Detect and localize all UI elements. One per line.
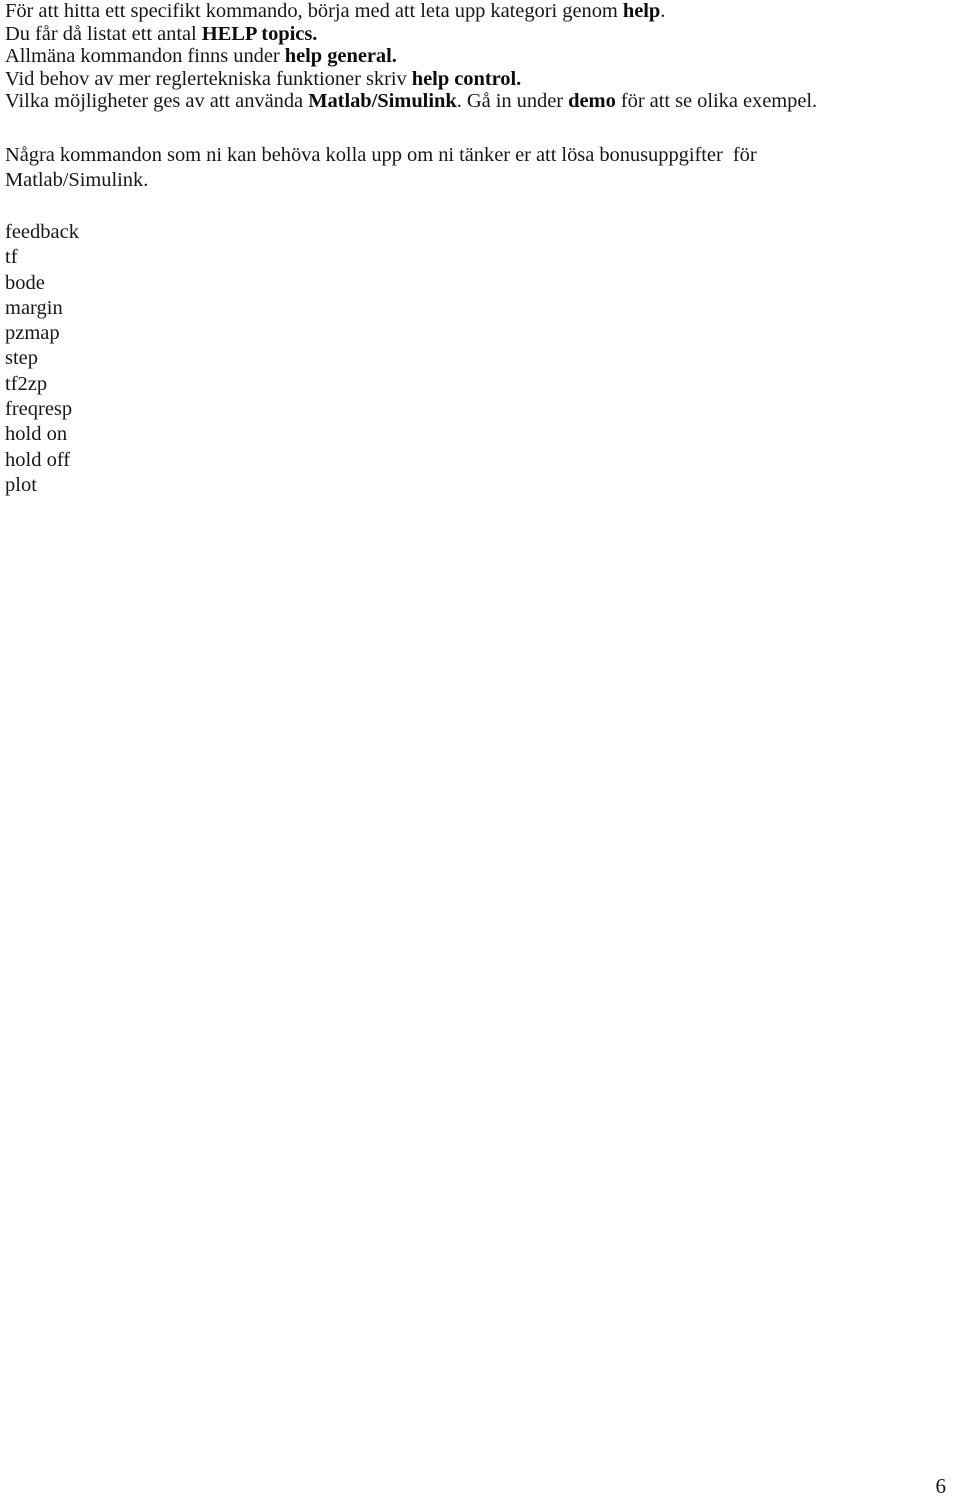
- intro-paragraph: För att hitta ett specifikt kommando, bö…: [5, 0, 935, 113]
- page-content: För att hitta ett specifikt kommando, bö…: [5, 0, 935, 498]
- text-run: Matlab/Simulink.: [5, 169, 149, 192]
- emphasized-command: demo: [568, 90, 616, 113]
- text-run: Du får då listat ett antal: [5, 22, 202, 45]
- emphasized-command: help: [622, 0, 661, 22]
- text-run: för att se olika exempel.: [615, 90, 818, 113]
- text-run: För att hitta ett specifikt kommando, bö…: [5, 0, 623, 22]
- command-list: feedback tf bode margin pzmap step tf2zp freqre…: [5, 220, 935, 498]
- command-list-item: bode: [5, 271, 45, 294]
- command-list-item: pzmap: [5, 322, 60, 345]
- note-paragraph: Några kommandon som ni kan behöva kolla …: [5, 143, 905, 194]
- emphasized-command: Matlab/Simulink: [308, 90, 457, 113]
- text-line: För att hitta ett specifikt kommando, bö…: [5, 0, 935, 23]
- text-line: Vilka möjligheter ges av att använda Mat…: [5, 90, 935, 113]
- command-list-item: step: [5, 347, 39, 370]
- text-line: Matlab/Simulink.: [5, 168, 905, 194]
- emphasized-command: HELP topics.: [201, 22, 318, 45]
- text-line: Allmäna kommandon finns under help gener…: [5, 45, 935, 68]
- page-number: 6: [935, 1474, 947, 1498]
- emphasized-command: help general.: [284, 45, 397, 68]
- text-run: Allmäna kommandon finns under: [5, 45, 285, 68]
- command-list-item: tf: [5, 246, 18, 269]
- text-line: Några kommandon som ni kan behöva kolla …: [5, 143, 905, 169]
- command-list-item: margin: [5, 296, 63, 319]
- document-page: För att hitta ett specifikt kommando, bö…: [0, 0, 960, 1505]
- command-list-item: freqresp: [5, 398, 73, 421]
- emphasized-command: help control.: [411, 67, 522, 90]
- command-list-item: feedback: [5, 220, 79, 243]
- text-run: .: [660, 0, 666, 22]
- command-list-item: tf2zp: [5, 372, 48, 395]
- command-list-item: plot: [5, 473, 37, 496]
- text-run: Några kommandon som ni kan behöva kolla …: [5, 143, 757, 166]
- text-run: Vid behov av mer reglertekniska funktion…: [5, 67, 412, 90]
- text-line: Vid behov av mer reglertekniska funktion…: [5, 68, 935, 91]
- text-line: Du får då listat ett antal HELP topics.: [5, 23, 935, 46]
- command-list-item: hold off: [5, 448, 71, 471]
- command-list-item: hold on: [5, 423, 68, 446]
- text-run: Vilka möjligheter ges av att använda: [5, 90, 309, 113]
- text-run: . Gå in under: [456, 90, 569, 113]
